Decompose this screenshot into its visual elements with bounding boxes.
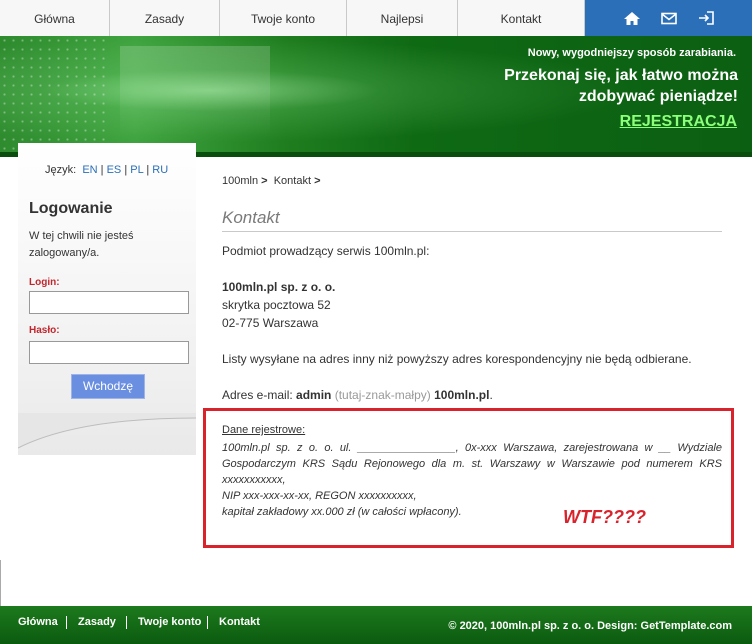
banner-dot-pattern [0,36,110,152]
login-status-line1: W tej chwili nie jesteś [29,230,134,242]
login-input[interactable] [29,291,189,314]
email-user: admin [296,388,332,402]
breadcrumb-item-home[interactable]: 100mln [222,175,258,187]
mail-icon[interactable] [660,10,678,26]
banner-tagline: Nowy, wygodniejszy sposób zarabiania. [527,47,736,59]
sidebar-curve-decoration [18,413,196,449]
page-edge-line [0,560,1,606]
nav-tab-best[interactable]: Najlepsi [347,0,458,36]
company-name: 100mln.pl sp. z o. o. [222,280,336,294]
nav-tab-contact[interactable]: Kontakt [458,0,585,36]
login-icon[interactable] [697,10,715,26]
registry-line1: 100mln.pl sp. z o. o. ul. ______________… [222,442,722,486]
home-icon[interactable] [623,10,641,26]
banner-headline-line1: Przekonaj się, jak łatwo można [504,67,738,84]
footer-separator [126,616,127,629]
title-divider [222,231,722,232]
register-link[interactable]: REJESTRACJA [620,113,737,131]
email-suffix: . [489,388,493,402]
footer-link-home[interactable]: Główna [18,616,58,628]
footer-link-rules[interactable]: Zasady [78,616,116,628]
breadcrumb: 100mln > Kontakt > [222,175,321,187]
language-switcher: Język: EN | ES | PL | RU [45,164,169,176]
annotation-text: WTF???? [563,507,646,527]
language-label: Język: [45,164,77,176]
notice-text: Listy wysyłane na adres inny niż powyższ… [222,352,692,366]
lang-ru-link[interactable]: RU [152,164,168,176]
login-sidebar: Język: EN | ES | PL | RU Logowanie W tej… [18,143,196,455]
password-field-label: Hasło: [29,325,60,336]
email-prefix: Adres e-mail: [222,388,293,402]
hero-banner: Nowy, wygodniejszy sposób zarabiania. Pr… [0,36,752,157]
footer-copyright: © 2020, 100mln.pl sp. z o. o. Design: Ge… [448,620,732,632]
intro-text: Podmiot prowadzący serwis 100mln.pl: [222,244,430,258]
registry-line2: NIP xxx-xxx-xx-xx, REGON xxxxxxxxxx, [222,490,417,502]
login-field-label: Login: [29,277,60,288]
breadcrumb-separator: > [261,175,268,187]
email-line: Adres e-mail: admin (tutaj-znak-małpy) 1… [222,388,493,402]
breadcrumb-item-contact[interactable]: Kontakt [274,175,311,187]
login-status: W tej chwili nie jesteś zalogowany/a. [29,228,179,262]
registry-details: 100mln.pl sp. z o. o. ul. ______________… [222,440,722,520]
registry-line3: kapitał zakładowy xx.000 zł (w całości w… [222,506,462,518]
page-title: Kontakt [222,208,280,227]
lang-en-link[interactable]: EN [82,164,97,176]
registry-label: Dane rejestrowe: [222,424,306,436]
footer: Główna Zasady Twoje konto Kontakt © 2020… [0,606,752,644]
footer-separator [66,616,67,629]
login-submit-button[interactable]: Wchodzę [71,374,145,399]
lang-es-link[interactable]: ES [107,164,122,176]
nav-tab-account[interactable]: Twoje konto [220,0,347,36]
footer-separator [207,616,208,629]
footer-link-contact[interactable]: Kontakt [219,616,260,628]
address-line2: 02-775 Warszawa [222,316,319,330]
footer-link-account[interactable]: Twoje konto [138,616,201,628]
top-navigation: Główna Zasady Twoje konto Najlepsi Konta… [0,0,752,37]
banner-light [120,46,270,136]
banner-headline-line2: zdobywać pieniądze! [578,88,738,105]
nav-tab-rules[interactable]: Zasady [110,0,220,36]
email-at-placeholder: (tutaj-znak-małpy) [334,388,431,402]
password-input[interactable] [29,341,189,364]
breadcrumb-separator: > [314,175,321,187]
nav-tab-home[interactable]: Główna [0,0,110,36]
login-status-line2: zalogowany/a. [29,247,100,259]
lang-pl-link[interactable]: PL [130,164,143,176]
email-domain: 100mln.pl [434,388,490,402]
login-title: Logowanie [29,200,113,217]
nav-icon-bar [585,0,752,36]
address-line1: skrytka pocztowa 52 [222,298,331,312]
